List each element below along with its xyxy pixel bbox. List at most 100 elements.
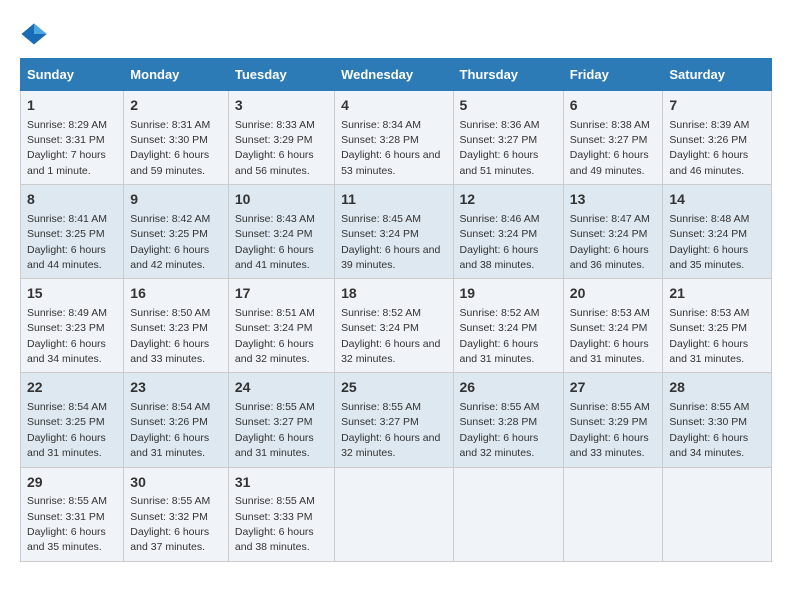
sunset-info: Sunset: 3:28 PM	[460, 416, 538, 428]
week-row-2: 8 Sunrise: 8:41 AM Sunset: 3:25 PM Daylight…	[21, 185, 772, 279]
column-header-friday: Friday	[563, 59, 663, 91]
day-number: 5	[460, 96, 557, 116]
day-number: 31	[235, 473, 328, 493]
column-header-monday: Monday	[124, 59, 229, 91]
sunset-info: Sunset: 3:23 PM	[130, 322, 208, 334]
daylight-info: Daylight: 6 hours and 31 minutes.	[130, 432, 209, 459]
calendar-cell	[663, 467, 772, 561]
sunset-info: Sunset: 3:24 PM	[341, 228, 419, 240]
sunrise-info: Sunrise: 8:41 AM	[27, 213, 107, 225]
sunset-info: Sunset: 3:27 PM	[570, 134, 648, 146]
calendar-cell: 2Sunrise: 8:31 AMSunset: 3:30 PMDaylight…	[124, 91, 229, 185]
calendar-cell: 13Sunrise: 8:47 AMSunset: 3:24 PMDayligh…	[563, 185, 663, 279]
daylight-info: Daylight: 6 hours and 31 minutes.	[570, 338, 649, 365]
sunrise-info: Sunrise: 8:38 AM	[570, 119, 650, 131]
day-number: 28	[669, 378, 765, 398]
daylight-info: Daylight: 6 hours and 31 minutes.	[235, 432, 314, 459]
day-number: 10	[235, 190, 328, 210]
calendar-cell	[335, 467, 453, 561]
column-header-wednesday: Wednesday	[335, 59, 453, 91]
day-number: 13	[570, 190, 657, 210]
sunrise-info: Sunrise: 8:52 AM	[341, 307, 421, 319]
sunset-info: Sunset: 3:29 PM	[570, 416, 648, 428]
day-number: 7	[669, 96, 765, 116]
sunset-info: Sunset: 3:25 PM	[130, 228, 208, 240]
sunrise-info: Sunrise: 8:52 AM	[460, 307, 540, 319]
daylight-info: Daylight: 6 hours and 32 minutes.	[235, 338, 314, 365]
daylight-info: Daylight: 6 hours and 31 minutes.	[669, 338, 748, 365]
calendar-cell: 1Sunrise: 8:29 AMSunset: 3:31 PMDaylight…	[21, 91, 124, 185]
calendar-cell: 8Sunrise: 8:41 AMSunset: 3:25 PMDaylight…	[21, 185, 124, 279]
sunrise-info: Sunrise: 8:39 AM	[669, 119, 749, 131]
daylight-info: Daylight: 6 hours and 56 minutes.	[235, 149, 314, 176]
logo	[20, 20, 54, 48]
daylight-info: Daylight: 6 hours and 32 minutes.	[460, 432, 539, 459]
day-number: 25	[341, 378, 446, 398]
calendar-cell: 25Sunrise: 8:55 AMSunset: 3:27 PMDayligh…	[335, 373, 453, 467]
daylight-info: Daylight: 6 hours and 31 minutes.	[27, 432, 106, 459]
calendar-cell: 30Sunrise: 8:55 AMSunset: 3:32 PMDayligh…	[124, 467, 229, 561]
week-row-5: 29Sunrise: 8:55 AMSunset: 3:31 PMDayligh…	[21, 467, 772, 561]
sunrise-info: Sunrise: 8:45 AM	[341, 213, 421, 225]
day-number: 3	[235, 96, 328, 116]
calendar-cell: 7Sunrise: 8:39 AMSunset: 3:26 PMDaylight…	[663, 91, 772, 185]
daylight-info: Daylight: 6 hours and 42 minutes.	[130, 244, 209, 271]
sunset-info: Sunset: 3:24 PM	[570, 322, 648, 334]
sunset-info: Sunset: 3:25 PM	[27, 228, 105, 240]
day-number: 8	[27, 190, 117, 210]
sunrise-info: Sunrise: 8:55 AM	[27, 495, 107, 507]
calendar-cell: 29Sunrise: 8:55 AMSunset: 3:31 PMDayligh…	[21, 467, 124, 561]
sunset-info: Sunset: 3:25 PM	[669, 322, 747, 334]
sunset-info: Sunset: 3:30 PM	[669, 416, 747, 428]
daylight-info: Daylight: 6 hours and 33 minutes.	[130, 338, 209, 365]
calendar-cell: 10Sunrise: 8:43 AMSunset: 3:24 PMDayligh…	[228, 185, 334, 279]
sunrise-info: Sunrise: 8:47 AM	[570, 213, 650, 225]
daylight-info: Daylight: 6 hours and 35 minutes.	[27, 526, 106, 553]
sunrise-info: Sunrise: 8:51 AM	[235, 307, 315, 319]
sunrise-info: Sunrise: 8:49 AM	[27, 307, 107, 319]
sunset-info: Sunset: 3:26 PM	[130, 416, 208, 428]
daylight-info: Daylight: 6 hours and 38 minutes.	[460, 244, 539, 271]
day-number: 18	[341, 284, 446, 304]
calendar-cell: 21Sunrise: 8:53 AMSunset: 3:25 PMDayligh…	[663, 279, 772, 373]
day-number: 29	[27, 473, 117, 493]
daylight-info: Daylight: 6 hours and 34 minutes.	[27, 338, 106, 365]
sunset-info: Sunset: 3:23 PM	[27, 322, 105, 334]
calendar-cell: 3Sunrise: 8:33 AMSunset: 3:29 PMDaylight…	[228, 91, 334, 185]
calendar-cell	[563, 467, 663, 561]
day-number: 12	[460, 190, 557, 210]
sunset-info: Sunset: 3:29 PM	[235, 134, 313, 146]
column-header-thursday: Thursday	[453, 59, 563, 91]
sunset-info: Sunset: 3:25 PM	[27, 416, 105, 428]
day-number: 17	[235, 284, 328, 304]
sunrise-info: Sunrise: 8:50 AM	[130, 307, 210, 319]
day-number: 1	[27, 96, 117, 116]
sunset-info: Sunset: 3:24 PM	[235, 322, 313, 334]
day-number: 11	[341, 190, 446, 210]
sunset-info: Sunset: 3:24 PM	[570, 228, 648, 240]
column-header-sunday: Sunday	[21, 59, 124, 91]
daylight-info: Daylight: 6 hours and 32 minutes.	[341, 338, 440, 365]
calendar-cell: 23Sunrise: 8:54 AMSunset: 3:26 PMDayligh…	[124, 373, 229, 467]
day-number: 23	[130, 378, 222, 398]
calendar-cell: 5Sunrise: 8:36 AMSunset: 3:27 PMDaylight…	[453, 91, 563, 185]
sunset-info: Sunset: 3:24 PM	[460, 322, 538, 334]
day-number: 6	[570, 96, 657, 116]
sunrise-info: Sunrise: 8:34 AM	[341, 119, 421, 131]
sunrise-info: Sunrise: 8:53 AM	[669, 307, 749, 319]
daylight-info: Daylight: 7 hours and 1 minute.	[27, 149, 106, 176]
week-row-3: 15Sunrise: 8:49 AMSunset: 3:23 PMDayligh…	[21, 279, 772, 373]
sunset-info: Sunset: 3:31 PM	[27, 134, 105, 146]
sunrise-info: Sunrise: 8:42 AM	[130, 213, 210, 225]
daylight-info: Daylight: 6 hours and 59 minutes.	[130, 149, 209, 176]
column-header-tuesday: Tuesday	[228, 59, 334, 91]
daylight-info: Daylight: 6 hours and 51 minutes.	[460, 149, 539, 176]
sunset-info: Sunset: 3:27 PM	[341, 416, 419, 428]
daylight-info: Daylight: 6 hours and 49 minutes.	[570, 149, 649, 176]
calendar-cell: 22Sunrise: 8:54 AMSunset: 3:25 PMDayligh…	[21, 373, 124, 467]
sunrise-info: Sunrise: 8:55 AM	[235, 495, 315, 507]
calendar-table: SundayMondayTuesdayWednesdayThursdayFrid…	[20, 58, 772, 562]
calendar-cell: 19Sunrise: 8:52 AMSunset: 3:24 PMDayligh…	[453, 279, 563, 373]
sunrise-info: Sunrise: 8:46 AM	[460, 213, 540, 225]
sunset-info: Sunset: 3:27 PM	[460, 134, 538, 146]
